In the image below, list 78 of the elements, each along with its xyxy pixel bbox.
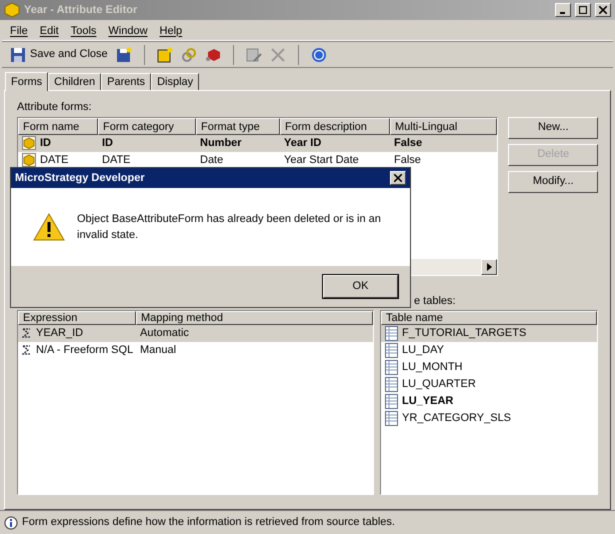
table-cell-text: Year Start Date xyxy=(284,152,359,168)
table-cell-text: Number xyxy=(200,136,242,151)
table-cell-text: LU_YEAR xyxy=(402,394,454,409)
menu-item[interactable]: Window xyxy=(108,22,148,40)
table-cell-text: False xyxy=(394,152,421,168)
table-row[interactable]: YEAR_ID Automatic xyxy=(18,324,373,342)
table-row[interactable]: ID ID Number Year ID False xyxy=(18,134,498,152)
close-button[interactable] xyxy=(390,171,406,185)
table-icon xyxy=(385,376,398,392)
table-icon xyxy=(385,394,398,408)
table-icon xyxy=(385,360,398,374)
table-cell-text: DATE xyxy=(40,152,69,168)
table-cell-text: Date xyxy=(200,152,224,168)
table-cell-text: LU_DAY xyxy=(402,342,444,358)
table-icon xyxy=(385,342,398,358)
menu-item[interactable]: Edit xyxy=(40,22,59,40)
table-row[interactable]: LU_MONTH xyxy=(381,358,597,376)
form-button[interactable]: Modify... xyxy=(508,170,598,192)
table-row[interactable]: DATE DATE Date Year Start Date False xyxy=(18,152,498,168)
table-cell-text: Manual xyxy=(139,342,178,358)
table-cell-text: Automatic xyxy=(139,326,190,341)
column-header[interactable]: Mapping method xyxy=(136,310,373,324)
tab[interactable]: Parents xyxy=(101,73,152,90)
maximize-button[interactable] xyxy=(575,3,591,17)
form-button[interactable]: New... xyxy=(508,116,598,138)
column-header[interactable]: Table name xyxy=(381,310,597,324)
info-icon xyxy=(4,516,18,530)
table-row[interactable]: F_TUTORIAL_TARGETS xyxy=(381,324,597,342)
dialog-title: MicroStrategy Developer xyxy=(15,170,145,186)
ok-button[interactable]: OK xyxy=(323,275,398,298)
menu-item[interactable]: Help xyxy=(160,22,182,40)
maximize-icon xyxy=(579,6,587,14)
table-icon xyxy=(385,410,398,426)
table-cell-text: YEAR_ID xyxy=(36,326,84,341)
table-cell-text: False xyxy=(394,136,422,151)
warning-icon xyxy=(33,212,65,242)
right-arrow-icon xyxy=(486,262,492,270)
table-row[interactable]: LU_QUARTER xyxy=(381,376,597,392)
table-row[interactable]: N/A - Freeform SQL Manual xyxy=(18,342,373,358)
table-row[interactable]: YR_CATEGORY_SLS xyxy=(381,410,597,426)
table-cell-text: N/A - Freeform SQL xyxy=(36,342,134,358)
column-header[interactable]: Format type xyxy=(196,118,280,134)
sigma-icon xyxy=(22,344,32,356)
section-label: Attribute forms: xyxy=(17,100,93,115)
column-header[interactable]: Multi-Lingual xyxy=(390,118,498,134)
table-cell-text: LU_QUARTER xyxy=(402,376,476,392)
dialog-message: Object BaseAttributeForm has already been deleted or is in an invalid state. xyxy=(77,212,382,243)
help-icon[interactable] xyxy=(310,46,327,62)
table-cell-text: DATE xyxy=(102,152,131,168)
table-cell-text: ID xyxy=(40,136,51,151)
section-label: e tables: xyxy=(414,294,457,308)
column-header[interactable]: Form description xyxy=(280,118,390,134)
column-header[interactable]: Expression xyxy=(18,310,136,324)
table-icon xyxy=(385,326,398,340)
minimize-button[interactable] xyxy=(555,3,571,17)
close-icon xyxy=(394,174,402,182)
tab[interactable]: Children xyxy=(48,73,102,90)
column-header[interactable]: Form name xyxy=(18,118,98,134)
table-row[interactable]: LU_YEAR xyxy=(381,392,597,410)
scroll-right-button[interactable] xyxy=(481,258,498,274)
sigma-icon xyxy=(22,327,32,339)
table-row[interactable]: LU_DAY xyxy=(381,342,597,358)
save-and-close-button[interactable]: Save and Close xyxy=(10,46,108,63)
menu-item[interactable]: File xyxy=(10,22,28,40)
status-text: Form expressions define how the information is retrieved from source tables. xyxy=(22,515,395,530)
column-header[interactable]: Form category xyxy=(98,118,196,134)
menu-item[interactable]: Tools xyxy=(70,22,96,40)
table-cell-text: LU_MONTH xyxy=(402,360,463,375)
close-icon xyxy=(599,6,607,14)
edit-icon[interactable] xyxy=(246,46,262,62)
table-cell-text: YR_CATEGORY_SLS xyxy=(402,410,512,426)
window-title: Year - Attribute Editor xyxy=(24,2,138,18)
table-cell-text: Year ID xyxy=(284,136,322,151)
tab[interactable]: Forms xyxy=(5,72,48,91)
table-cell-text: ID xyxy=(102,136,113,151)
tab[interactable]: Display xyxy=(151,73,200,90)
table-cell-text: F_TUTORIAL_TARGETS xyxy=(402,326,526,341)
close-button[interactable] xyxy=(595,3,611,17)
